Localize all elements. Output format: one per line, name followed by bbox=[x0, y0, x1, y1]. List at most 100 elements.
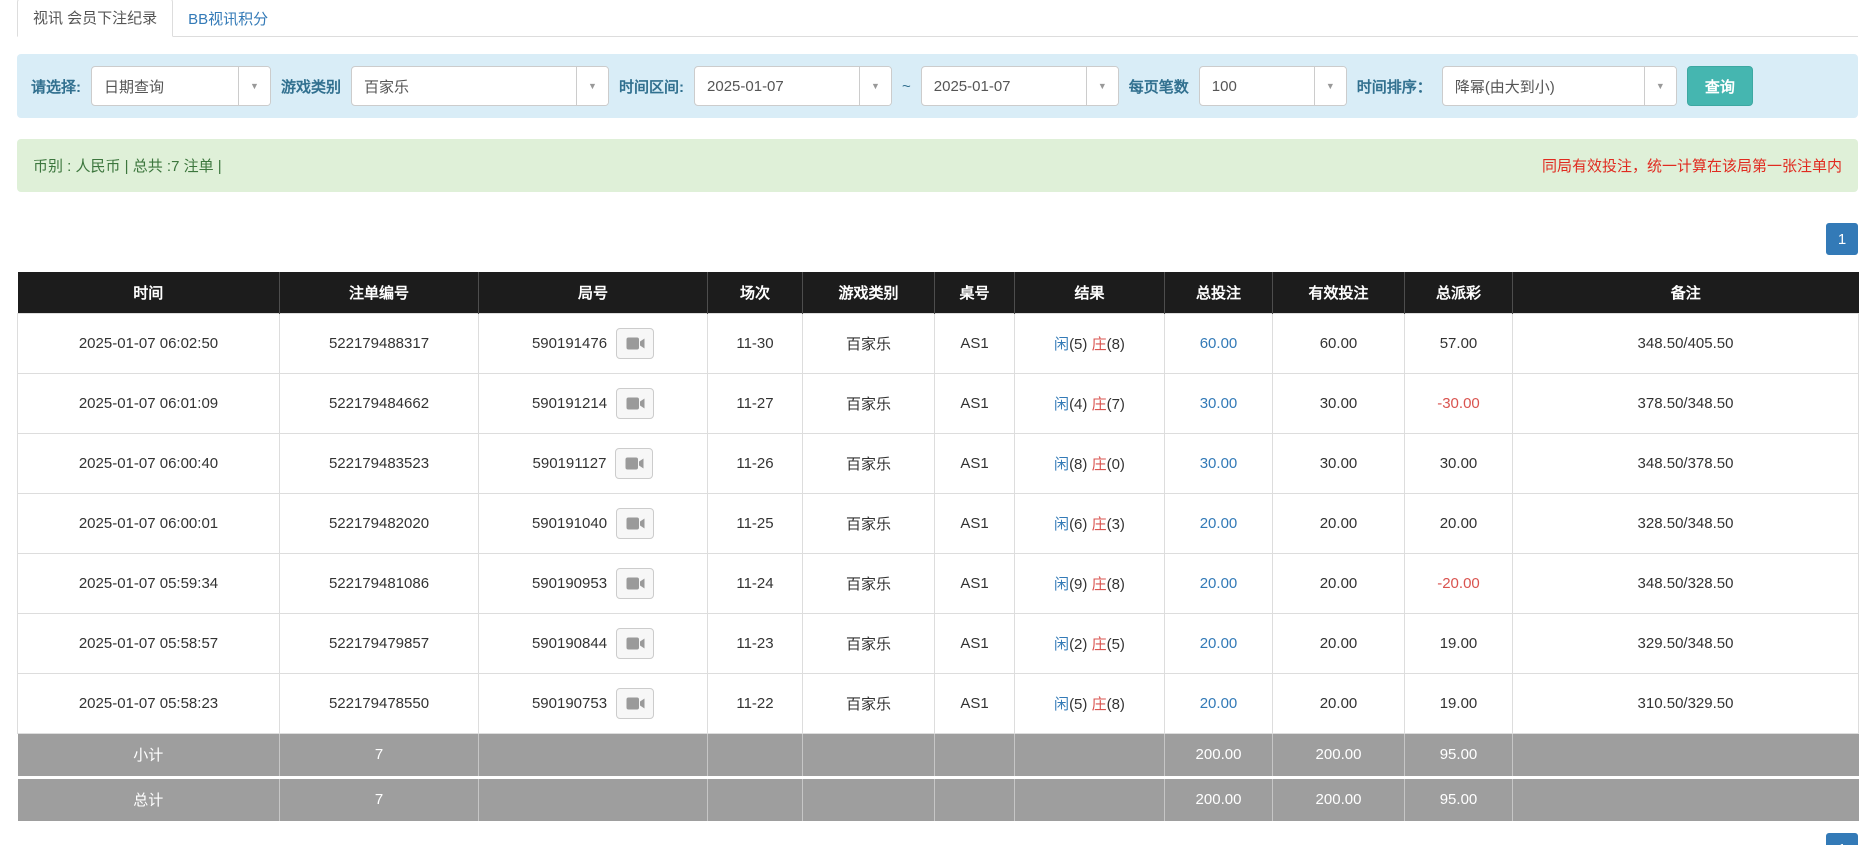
total-bet-link[interactable]: 30.00 bbox=[1200, 455, 1238, 472]
video-camera-icon bbox=[626, 516, 645, 531]
player-score: (5) bbox=[1069, 336, 1087, 353]
total-bet-link[interactable]: 20.00 bbox=[1200, 575, 1238, 592]
col-time: 时间 bbox=[18, 272, 280, 313]
subtotal-row: 小计 7 200.00 200.00 95.00 bbox=[18, 733, 1859, 777]
game-type-value: 百家乐 bbox=[352, 67, 576, 105]
cell-time: 2025-01-07 05:58:23 bbox=[18, 673, 280, 733]
banker-result: 庄 bbox=[1092, 516, 1107, 533]
page: 视讯 会员下注纪录 BB视讯积分 请选择: 日期查询 ▼ 游戏类别 百家乐 ▼ … bbox=[0, 0, 1875, 845]
page-1-button-bottom[interactable]: 1 bbox=[1826, 833, 1858, 845]
round-video-button[interactable] bbox=[616, 688, 654, 719]
page-size-select[interactable]: 100 ▼ bbox=[1199, 66, 1347, 106]
total-bet-link[interactable]: 60.00 bbox=[1200, 335, 1238, 352]
col-game-type: 游戏类别 bbox=[803, 272, 935, 313]
chevron-down-icon[interactable]: ▼ bbox=[859, 67, 891, 105]
query-type-select[interactable]: 日期查询 ▼ bbox=[91, 66, 271, 106]
tab-bet-records[interactable]: 视讯 会员下注纪录 bbox=[17, 0, 173, 37]
round-video-button[interactable] bbox=[616, 388, 654, 419]
banker-result: 庄 bbox=[1092, 396, 1107, 413]
banker-score: (8) bbox=[1107, 576, 1125, 593]
sort-order-select[interactable]: 降幂(由大到小) ▼ bbox=[1442, 66, 1677, 106]
cell-bet-id: 522179478550 bbox=[280, 673, 479, 733]
empty-cell bbox=[479, 777, 708, 821]
round-video-button[interactable] bbox=[616, 508, 654, 539]
cell-remark: 348.50/405.50 bbox=[1513, 313, 1859, 373]
table-row: 2025-01-07 06:00:01 522179482020 5901910… bbox=[18, 493, 1859, 553]
cell-valid-bet: 20.00 bbox=[1273, 673, 1405, 733]
cell-round-id: 590191127 bbox=[479, 433, 708, 493]
date-to-select[interactable]: 2025-01-07 ▼ bbox=[921, 66, 1119, 106]
cell-session: 11-24 bbox=[708, 553, 803, 613]
player-score: (4) bbox=[1069, 396, 1087, 413]
page-size-label: 每页笔数 bbox=[1129, 76, 1189, 97]
banker-score: (0) bbox=[1107, 456, 1125, 473]
round-video-button[interactable] bbox=[616, 328, 654, 359]
table-row: 2025-01-07 06:01:09 522179484662 5901912… bbox=[18, 373, 1859, 433]
cell-session: 11-25 bbox=[708, 493, 803, 553]
empty-cell bbox=[803, 777, 935, 821]
chevron-down-icon[interactable]: ▼ bbox=[1644, 67, 1676, 105]
chevron-down-icon[interactable]: ▼ bbox=[1314, 67, 1346, 105]
round-id: 590191040 bbox=[532, 515, 607, 532]
player-result: 闲 bbox=[1054, 576, 1069, 593]
game-type-label: 游戏类别 bbox=[281, 76, 341, 97]
player-result: 闲 bbox=[1054, 396, 1069, 413]
cell-bet-id: 522179482020 bbox=[280, 493, 479, 553]
chevron-down-icon[interactable]: ▼ bbox=[576, 67, 608, 105]
tab-bb-points[interactable]: BB视讯积分 bbox=[173, 0, 283, 37]
banker-score: (8) bbox=[1107, 336, 1125, 353]
query-type-value: 日期查询 bbox=[92, 67, 238, 105]
cell-game-type: 百家乐 bbox=[803, 373, 935, 433]
cell-bet-id: 522179488317 bbox=[280, 313, 479, 373]
video-camera-icon bbox=[626, 576, 645, 591]
total-bet-link[interactable]: 20.00 bbox=[1200, 695, 1238, 712]
player-score: (8) bbox=[1069, 456, 1087, 473]
round-id: 590190753 bbox=[532, 695, 607, 712]
subtotal-total-bet: 200.00 bbox=[1165, 733, 1273, 777]
cell-result: 闲(5) 庄(8) bbox=[1015, 673, 1165, 733]
cell-valid-bet: 20.00 bbox=[1273, 613, 1405, 673]
total-bet-link[interactable]: 20.00 bbox=[1200, 515, 1238, 532]
empty-cell bbox=[708, 733, 803, 777]
cell-round-id: 590190753 bbox=[479, 673, 708, 733]
chevron-down-icon[interactable]: ▼ bbox=[238, 67, 270, 105]
col-valid-bet: 有效投注 bbox=[1273, 272, 1405, 313]
subtotal-label: 小计 bbox=[18, 733, 280, 777]
page-1-button[interactable]: 1 bbox=[1826, 223, 1858, 255]
cell-payout: 57.00 bbox=[1405, 313, 1513, 373]
player-score: (5) bbox=[1069, 696, 1087, 713]
empty-cell bbox=[1513, 777, 1859, 821]
chevron-down-icon[interactable]: ▼ bbox=[1086, 67, 1118, 105]
player-result: 闲 bbox=[1054, 516, 1069, 533]
search-button[interactable]: 查询 bbox=[1687, 66, 1753, 106]
empty-cell bbox=[803, 733, 935, 777]
cell-round-id: 590190844 bbox=[479, 613, 708, 673]
cell-payout: -20.00 bbox=[1405, 553, 1513, 613]
round-video-button[interactable] bbox=[615, 448, 653, 479]
cell-table-no: AS1 bbox=[935, 673, 1015, 733]
cell-game-type: 百家乐 bbox=[803, 553, 935, 613]
summary-bar: 币别 : 人民币 | 总共 :7 注单 | 同局有效投注，统一计算在该局第一张注… bbox=[17, 139, 1858, 192]
total-bet-link[interactable]: 20.00 bbox=[1200, 635, 1238, 652]
total-bet-link[interactable]: 30.00 bbox=[1200, 395, 1238, 412]
player-result: 闲 bbox=[1054, 696, 1069, 713]
round-video-button[interactable] bbox=[616, 568, 654, 599]
subtotal-valid-bet: 200.00 bbox=[1273, 733, 1405, 777]
date-from-select[interactable]: 2025-01-07 ▼ bbox=[694, 66, 892, 106]
total-total-bet: 200.00 bbox=[1165, 777, 1273, 821]
round-video-button[interactable] bbox=[616, 628, 654, 659]
empty-cell bbox=[935, 733, 1015, 777]
cell-game-type: 百家乐 bbox=[803, 433, 935, 493]
cell-total-bet: 60.00 bbox=[1165, 313, 1273, 373]
cell-result: 闲(2) 庄(5) bbox=[1015, 613, 1165, 673]
game-type-select[interactable]: 百家乐 ▼ bbox=[351, 66, 609, 106]
total-count: 7 bbox=[280, 777, 479, 821]
range-separator: ~ bbox=[902, 78, 911, 95]
cell-time: 2025-01-07 06:02:50 bbox=[18, 313, 280, 373]
cell-payout: 19.00 bbox=[1405, 613, 1513, 673]
banker-result: 庄 bbox=[1092, 456, 1107, 473]
total-payout: 95.00 bbox=[1405, 777, 1513, 821]
cell-round-id: 590190953 bbox=[479, 553, 708, 613]
total-label: 总计 bbox=[18, 777, 280, 821]
player-result: 闲 bbox=[1054, 456, 1069, 473]
